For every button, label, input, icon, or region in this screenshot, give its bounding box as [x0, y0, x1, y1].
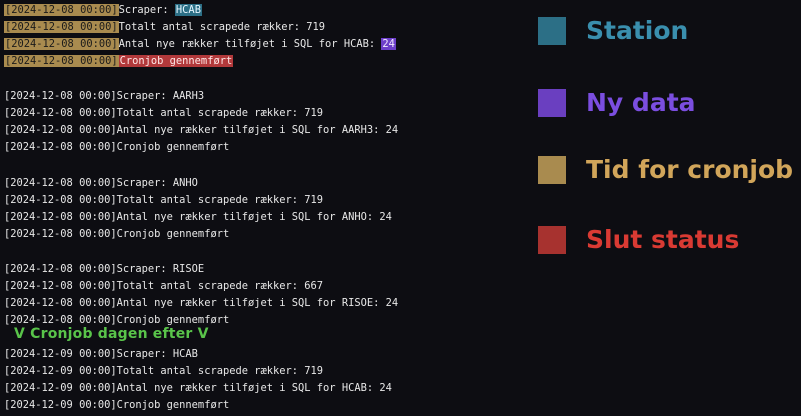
timestamp: [2024-12-08 00:00] — [4, 263, 117, 275]
next-day-note: V Cronjob dagen efter V — [14, 326, 209, 342]
log-line: [2024-12-08 00:00]Scraper: ANHO — [4, 175, 198, 191]
log-line: [2024-12-08 00:00]Scraper: AARH3 — [4, 88, 204, 104]
timestamp: [2024-12-08 00:00] — [4, 194, 117, 206]
log-line: [2024-12-08 00:00]Cronjob gennemført — [4, 53, 234, 69]
log-text: Scraper: HCAB — [116, 348, 198, 360]
log-text: Cronjob gennemført — [116, 314, 230, 326]
timestamp: [2024-12-08 00:00] — [4, 141, 117, 153]
timestamp: [2024-12-09 00:00] — [4, 382, 117, 394]
log-line: [2024-12-08 00:00]Antal nye rækker tilfø… — [4, 209, 392, 225]
station-highlight: HCAB — [174, 4, 202, 16]
log-line: [2024-12-09 00:00]Antal nye rækker tilfø… — [4, 380, 392, 396]
log-text: Antal nye rækker tilføjet i SQL for HCAB… — [116, 382, 392, 394]
log-text: Cronjob gennemført — [116, 399, 230, 411]
log-text: Antal nye rækker tilføjet i SQL for AARH… — [116, 124, 399, 136]
log-text: Totalt antal scrapede rækker: 719 — [118, 21, 326, 33]
log-text: Cronjob gennemført — [116, 141, 230, 153]
log-line: [2024-12-08 00:00]Antal nye rækker tilfø… — [4, 36, 396, 52]
legend-item-station: Station — [538, 16, 688, 45]
log-text: Totalt antal scrapede rækker: 719 — [116, 194, 324, 206]
log-line: [2024-12-09 00:00]Totalt antal scrapede … — [4, 363, 323, 379]
log-line: [2024-12-09 00:00]Scraper: HCAB — [4, 346, 198, 362]
legend-swatch-end-status — [538, 225, 566, 254]
legend-swatch-new-data — [538, 88, 566, 117]
log-text: Scraper: — [118, 4, 175, 16]
timestamp: [2024-12-08 00:00] — [4, 90, 117, 102]
legend-label-end-status: Slut status — [586, 225, 740, 254]
log-line: [2024-12-08 00:00]Antal nye rækker tilfø… — [4, 295, 398, 311]
log-line: [2024-12-08 00:00]Antal nye rækker tilfø… — [4, 122, 398, 138]
legend: Station Ny data Tid for cronjob Slut sta… — [538, 0, 801, 416]
timestamp: [2024-12-08 00:00] — [4, 314, 117, 326]
log-text: Scraper: ANHO — [116, 177, 198, 189]
new-data-highlight: 24 — [381, 38, 396, 50]
log-text: Scraper: RISOE — [116, 263, 205, 275]
legend-item-end-status: Slut status — [538, 225, 739, 254]
legend-item-new-data: Ny data — [538, 88, 696, 117]
log-line: [2024-12-08 00:00]Totalt antal scrapede … — [4, 278, 323, 294]
timestamp-highlight: [2024-12-08 00:00] — [4, 4, 119, 16]
timestamp: [2024-12-08 00:00] — [4, 228, 117, 240]
log-line: [2024-12-08 00:00]Totalt antal scrapede … — [4, 19, 325, 35]
timestamp: [2024-12-08 00:00] — [4, 177, 117, 189]
timestamp: [2024-12-08 00:00] — [4, 107, 117, 119]
log-line: [2024-12-08 00:00]Scraper: HCAB — [4, 2, 202, 18]
log-line: [2024-12-08 00:00]Totalt antal scrapede … — [4, 105, 323, 121]
timestamp: [2024-12-08 00:00] — [4, 211, 117, 223]
timestamp: [2024-12-08 00:00] — [4, 124, 117, 136]
log-line: [2024-12-08 00:00]Scraper: RISOE — [4, 261, 204, 277]
legend-label-station: Station — [586, 16, 689, 45]
screen: [2024-12-08 00:00]Scraper: HCAB [2024-12… — [0, 0, 801, 416]
status-highlight: Cronjob gennemført — [118, 55, 234, 67]
timestamp: [2024-12-09 00:00] — [4, 348, 117, 360]
log-text: Antal nye rækker tilføjet i SQL for RISO… — [116, 297, 399, 309]
legend-swatch-station — [538, 16, 566, 45]
log-text: Cronjob gennemført — [116, 228, 230, 240]
timestamp: [2024-12-08 00:00] — [4, 280, 117, 292]
timestamp: [2024-12-09 00:00] — [4, 399, 117, 411]
log-text: Totalt antal scrapede rækker: 719 — [116, 365, 324, 377]
legend-item-cron-time: Tid for cronjob — [538, 155, 793, 184]
log-text: Totalt antal scrapede rækker: 667 — [116, 280, 324, 292]
legend-label-new-data: Ny data — [586, 88, 696, 117]
timestamp-highlight: [2024-12-08 00:00] — [4, 21, 119, 33]
legend-label-cron-time: Tid for cronjob — [586, 155, 794, 184]
legend-swatch-cron-time — [538, 155, 566, 184]
log-text: Totalt antal scrapede rækker: 719 — [116, 107, 324, 119]
timestamp-highlight: [2024-12-08 00:00] — [4, 55, 119, 67]
log-text: Scraper: AARH3 — [116, 90, 205, 102]
timestamp: [2024-12-08 00:00] — [4, 297, 117, 309]
log-line: [2024-12-09 00:00]Cronjob gennemført — [4, 397, 229, 413]
log-text: Antal nye rækker tilføjet i SQL for HCAB… — [118, 38, 382, 50]
timestamp-highlight: [2024-12-08 00:00] — [4, 38, 119, 50]
log-line: [2024-12-08 00:00]Cronjob gennemført — [4, 139, 229, 155]
log-line: [2024-12-08 00:00]Totalt antal scrapede … — [4, 192, 323, 208]
log-text: Antal nye rækker tilføjet i SQL for ANHO… — [116, 211, 392, 223]
timestamp: [2024-12-09 00:00] — [4, 365, 117, 377]
log-line: [2024-12-08 00:00]Cronjob gennemført — [4, 226, 229, 242]
